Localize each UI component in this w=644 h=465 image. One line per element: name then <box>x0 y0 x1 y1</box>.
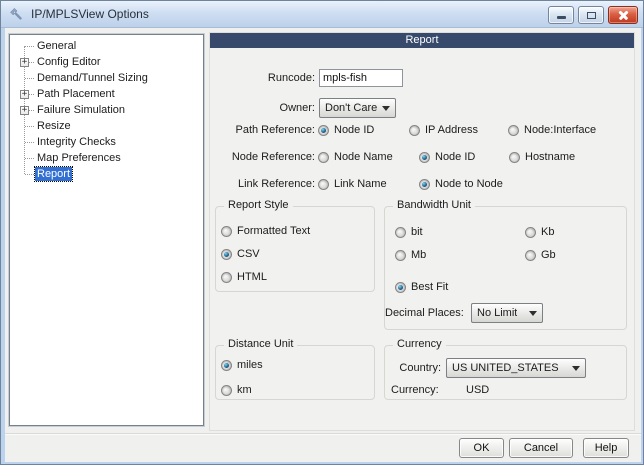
maximize-button[interactable] <box>578 6 604 24</box>
radio-icon <box>525 226 536 238</box>
radio-icon <box>221 359 232 371</box>
radio-bw-kb[interactable]: Kb <box>525 224 554 240</box>
radio-icon <box>318 124 329 136</box>
radio-dist-miles[interactable]: miles <box>221 357 263 373</box>
radio-icon <box>221 271 232 283</box>
radio-node-hostname[interactable]: Hostname <box>509 149 575 165</box>
maximize-icon <box>587 12 596 19</box>
currency-readout-value: USD <box>466 384 490 396</box>
owner-label: Owner: <box>279 102 315 114</box>
radio-style-csv[interactable]: CSV <box>221 246 260 262</box>
radio-icon <box>508 124 519 136</box>
radio-icon <box>318 178 329 190</box>
sidebar-item-config-editor[interactable]: + Config Editor <box>10 54 203 70</box>
radio-node-node-id[interactable]: Node ID <box>419 149 475 165</box>
radio-path-ip-address[interactable]: IP Address <box>409 122 478 138</box>
options-dialog: IP/MPLSView Options General + Config Edit… <box>0 0 644 465</box>
radio-style-formatted-text[interactable]: Formatted Text <box>221 223 310 239</box>
wrench-icon <box>10 8 22 20</box>
decimal-places-label: Decimal Places: <box>385 307 464 319</box>
ok-button[interactable]: OK <box>459 438 504 458</box>
radio-style-html[interactable]: HTML <box>221 269 267 285</box>
radio-link-node-to-node[interactable]: Node to Node <box>419 176 503 192</box>
runcode-input[interactable] <box>319 69 403 87</box>
radio-bw-bit[interactable]: bit <box>395 224 423 240</box>
sidebar-item-failure-simulation[interactable]: + Failure Simulation <box>10 102 203 118</box>
radio-icon <box>419 151 430 163</box>
sidebar-item-demand-tunnel-sizing[interactable]: Demand/Tunnel Sizing <box>10 70 203 86</box>
country-combobox[interactable]: US UNITED_STATES <box>446 358 586 378</box>
radio-link-link-name[interactable]: Link Name <box>318 176 387 192</box>
radio-dist-km[interactable]: km <box>221 382 252 398</box>
report-style-title: Report Style <box>224 199 293 211</box>
sidebar-item-resize[interactable]: Resize <box>10 118 203 134</box>
expand-icon[interactable]: + <box>20 58 29 67</box>
sidebar-item-integrity-checks[interactable]: Integrity Checks <box>10 134 203 150</box>
radio-icon <box>318 151 329 163</box>
titlebar[interactable]: IP/MPLSView Options <box>1 1 643 28</box>
radio-bw-best-fit[interactable]: Best Fit <box>395 279 448 295</box>
runcode-label: Runcode: <box>267 72 315 84</box>
radio-icon <box>525 249 536 261</box>
dialog-content: General + Config Editor Demand/Tunnel Siz… <box>5 28 641 462</box>
owner-combobox[interactable]: Don't Care <box>319 98 396 118</box>
radio-bw-gb[interactable]: Gb <box>525 247 556 263</box>
expand-icon[interactable]: + <box>20 106 29 115</box>
cancel-button[interactable]: Cancel <box>509 438 573 458</box>
radio-icon <box>395 249 406 261</box>
chevron-down-icon <box>382 105 390 111</box>
sidebar-item-map-preferences[interactable]: Map Preferences <box>10 150 203 166</box>
close-button[interactable] <box>608 6 638 24</box>
radio-node-node-name[interactable]: Node Name <box>318 149 393 165</box>
panel-title: Report <box>210 33 634 48</box>
footer-separator <box>5 433 641 435</box>
chevron-down-icon <box>529 310 537 316</box>
radio-icon <box>395 226 406 238</box>
help-button[interactable]: Help <box>583 438 629 458</box>
country-label: Country: <box>399 362 441 374</box>
currency-title: Currency <box>393 338 446 350</box>
minimize-icon <box>557 16 566 19</box>
decimal-places-combobox[interactable]: No Limit <box>471 303 543 323</box>
radio-path-node-id[interactable]: Node ID <box>318 122 374 138</box>
radio-icon <box>409 124 420 136</box>
minimize-button[interactable] <box>548 6 574 24</box>
sidebar-item-general[interactable]: General <box>10 38 203 54</box>
link-reference-label: Link Reference: <box>237 178 315 190</box>
expand-icon[interactable]: + <box>20 90 29 99</box>
radio-bw-mb[interactable]: Mb <box>395 247 426 263</box>
chevron-down-icon <box>572 365 580 371</box>
radio-icon <box>221 384 232 396</box>
radio-icon <box>419 178 430 190</box>
sidebar-item-path-placement[interactable]: + Path Placement <box>10 86 203 102</box>
radio-path-node-interface[interactable]: Node:Interface <box>508 122 596 138</box>
bandwidth-unit-title: Bandwidth Unit <box>393 199 475 211</box>
report-style-group: Report Style Formatted Text CSV HTML <box>215 199 375 292</box>
sidebar-item-report[interactable]: Report <box>10 166 203 182</box>
radio-icon <box>221 225 232 237</box>
radio-icon <box>221 248 232 260</box>
distance-unit-title: Distance Unit <box>224 338 298 350</box>
radio-icon <box>395 281 406 293</box>
currency-readout-label: Currency: <box>391 384 439 396</box>
distance-unit-group: Distance Unit miles km <box>215 338 375 400</box>
report-panel: Report Runcode: Owner: Don't Care Path R… <box>209 32 635 431</box>
window-title: IP/MPLSView Options <box>31 7 149 21</box>
path-reference-label: Path Reference: <box>235 124 316 136</box>
options-tree: General + Config Editor Demand/Tunnel Siz… <box>8 33 205 427</box>
node-reference-label: Node Reference: <box>231 151 315 163</box>
bandwidth-unit-group: Bandwidth Unit bit Kb Mb Gb Best Fit Dec… <box>384 199 627 330</box>
radio-icon <box>509 151 520 163</box>
currency-group: Currency Country: US UNITED_STATES Curre… <box>384 338 627 400</box>
